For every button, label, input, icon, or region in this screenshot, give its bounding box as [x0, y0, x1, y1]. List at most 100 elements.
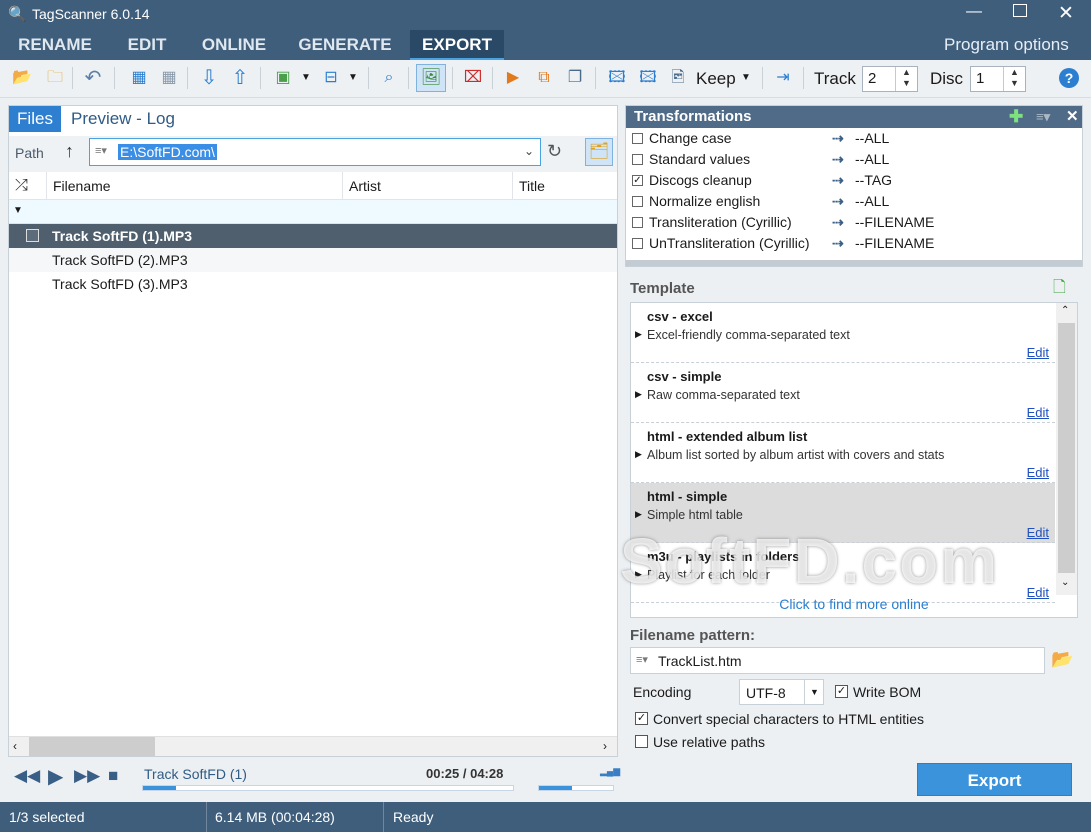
transform-checkbox[interactable]	[632, 238, 643, 249]
track-spinner[interactable]: 2 ▲ ▼	[862, 66, 918, 92]
transform-checkbox[interactable]	[632, 154, 643, 165]
encoding-select[interactable]: UTF-8 ▼	[739, 679, 824, 705]
filter-row[interactable]: ▼	[9, 200, 617, 224]
column-filename[interactable]: Filename	[47, 172, 343, 200]
grid-view-alt-icon[interactable]: ▦	[156, 65, 182, 91]
transform-checkbox[interactable]	[632, 217, 643, 228]
cover-add-icon[interactable]: 🖾	[635, 65, 661, 91]
minimize-icon[interactable]: —	[966, 3, 982, 21]
transform-checkbox[interactable]	[632, 133, 643, 144]
forward-icon[interactable]: ▶▶	[74, 766, 100, 786]
tab-generate[interactable]: GENERATE	[291, 30, 399, 60]
transformation-item[interactable]: Change case ⇢ --ALL	[632, 128, 1078, 149]
scroll-thumb[interactable]	[1058, 323, 1075, 573]
volume-bar[interactable]	[538, 785, 614, 791]
play-file-icon[interactable]: ▶	[500, 65, 526, 91]
help-icon[interactable]: ?	[1059, 68, 1079, 88]
keep-label[interactable]: Keep	[696, 69, 736, 89]
horizontal-scrollbar[interactable]: ‹ ›	[9, 736, 617, 756]
transformation-item[interactable]: UnTransliteration (Cyrillic) ⇢ --FILENAME	[632, 233, 1078, 254]
close-icon[interactable]: ✕	[1058, 2, 1074, 25]
vertical-scrollbar[interactable]: ⌃ ⌄	[1056, 303, 1077, 595]
track-spinner-arrows[interactable]: ▲ ▼	[895, 67, 917, 91]
list-item[interactable]: csv - simple ▶ Raw comma-separated text Edi…	[631, 363, 1055, 423]
play-icon[interactable]: ▶	[48, 764, 63, 789]
close-panel-icon[interactable]: ✕	[1066, 106, 1079, 128]
up-arrow-icon[interactable]: ↑	[65, 141, 74, 162]
tab-preview-log[interactable]: Preview - Log	[71, 106, 175, 132]
sort-dropdown-icon[interactable]: ▼	[340, 65, 366, 91]
history-icon[interactable]: ≡▾	[636, 653, 648, 666]
transformation-item[interactable]: Transliteration (Cyrillic) ⇢ --FILENAME	[632, 212, 1078, 233]
scroll-down-icon[interactable]: ⌄	[1061, 577, 1069, 588]
tab-export[interactable]: EXPORT	[410, 30, 504, 60]
tab-rename[interactable]: RENAME	[8, 30, 102, 60]
relative-paths-checkbox[interactable]	[635, 735, 648, 748]
table-row[interactable]: Track SoftFD (3).MP3	[9, 272, 617, 296]
path-input[interactable]: ≡▾ E:\SoftFD.com\ ⌄	[89, 138, 541, 166]
disc-spinner-arrows[interactable]: ▲ ▼	[1003, 67, 1025, 91]
filter-dropdown-icon[interactable]: ▼	[13, 205, 23, 216]
list-item[interactable]: html - extended album list ▶ Album list so…	[631, 423, 1055, 483]
seek-bar[interactable]	[142, 785, 514, 791]
column-title[interactable]: Title	[513, 172, 617, 200]
tab-files[interactable]: Files	[9, 106, 61, 132]
playlist-icon[interactable]: ⧉	[531, 65, 557, 91]
convert-special-checkbox[interactable]: ✓	[635, 712, 648, 725]
menu-icon[interactable]: ≡▾	[1036, 106, 1050, 128]
grid-view-icon[interactable]: ▦	[126, 65, 152, 91]
expand-icon[interactable]: ▶	[635, 329, 642, 340]
maximize-icon[interactable]	[1013, 4, 1027, 17]
copy-icon[interactable]: ❐	[562, 65, 588, 91]
filename-pattern-input[interactable]: ≡▾ TrackList.htm	[630, 647, 1045, 674]
move-down-icon[interactable]: ⇩	[196, 65, 222, 91]
program-options[interactable]: Program options	[944, 35, 1069, 55]
search-icon[interactable]: ⌕	[376, 65, 402, 91]
transform-checkbox[interactable]	[632, 196, 643, 207]
shuffle-icon[interactable]: ⤮	[9, 172, 47, 200]
cover-icon[interactable]: 🖾	[604, 65, 630, 91]
scroll-left-icon[interactable]: ‹	[13, 739, 17, 753]
browse-folder-icon[interactable]: 📂	[1051, 649, 1073, 670]
write-bom-checkbox[interactable]: ✓	[835, 685, 848, 698]
image-icon[interactable]: 🖻	[665, 65, 691, 91]
undo-icon[interactable]: ↶	[80, 65, 106, 91]
chevron-down-icon[interactable]: ⌄	[524, 144, 534, 158]
scroll-up-icon[interactable]: ⌃	[1061, 305, 1069, 316]
table-row[interactable]: Track SoftFD (1).MP3	[9, 224, 617, 248]
add-icon[interactable]: ✚	[1009, 106, 1023, 128]
transform-checkbox[interactable]: ✓	[632, 175, 643, 186]
stop-icon[interactable]: ■	[108, 766, 118, 786]
scroll-right-icon[interactable]: ›	[603, 739, 607, 753]
folder-tree-icon[interactable]: 🗂	[585, 138, 613, 166]
edit-link[interactable]: Edit	[1027, 345, 1049, 360]
rewind-icon[interactable]: ◀◀	[14, 766, 40, 786]
find-more-link[interactable]: Click to find more online	[631, 596, 1077, 612]
table-row[interactable]: Track SoftFD (2).MP3	[9, 248, 617, 272]
tab-edit[interactable]: EDIT	[112, 30, 182, 60]
export-view-icon[interactable]: 🖼	[416, 64, 446, 92]
chevron-down-icon[interactable]: ▼	[804, 680, 824, 704]
open-folder-icon[interactable]: 📂	[9, 65, 35, 91]
list-item[interactable]: csv - excel ▶ Excel-friendly comma-separat…	[631, 303, 1055, 363]
add-folder-icon[interactable]: 🗀	[42, 65, 68, 91]
tab-online[interactable]: ONLINE	[192, 30, 276, 60]
refresh-icon[interactable]: ↻	[547, 141, 562, 162]
column-artist[interactable]: Artist	[343, 172, 513, 200]
keep-dropdown-icon[interactable]: ▼	[733, 65, 759, 91]
move-up-icon[interactable]: ⇧	[227, 65, 253, 91]
disc-spinner[interactable]: 1 ▲ ▼	[970, 66, 1026, 92]
expand-icon[interactable]: ▶	[635, 509, 642, 520]
scroll-thumb[interactable]	[29, 737, 155, 756]
edit-link[interactable]: Edit	[1027, 405, 1049, 420]
transformation-item[interactable]: Normalize english ⇢ --ALL	[632, 191, 1078, 212]
edit-link[interactable]: Edit	[1027, 465, 1049, 480]
import-icon[interactable]: ⇥	[770, 65, 796, 91]
row-checkbox[interactable]	[26, 229, 39, 242]
export-button[interactable]: Export	[917, 763, 1072, 796]
transformation-item[interactable]: Standard values ⇢ --ALL	[632, 149, 1078, 170]
expand-icon[interactable]: ▶	[635, 389, 642, 400]
transformation-item[interactable]: ✓ Discogs cleanup ⇢ --TAG	[632, 170, 1078, 191]
history-icon[interactable]: ≡▾	[95, 144, 107, 157]
remove-tags-icon[interactable]: ⌧	[460, 65, 486, 91]
